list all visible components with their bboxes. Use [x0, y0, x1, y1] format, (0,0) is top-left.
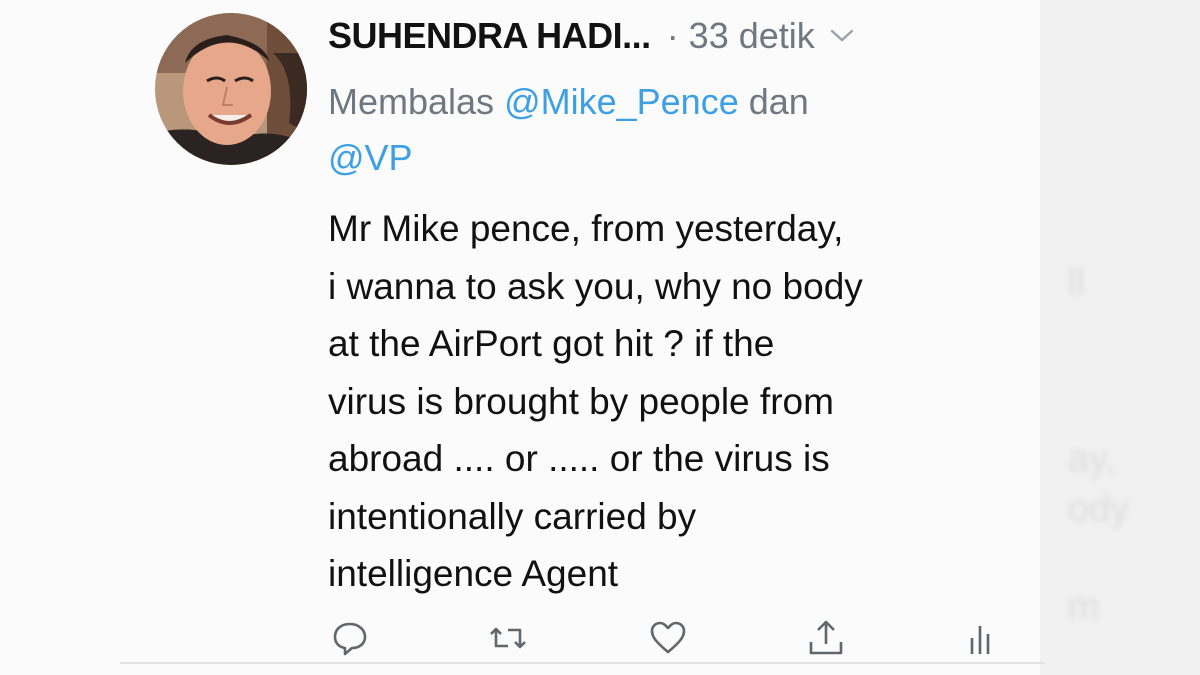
ghost-text-4: m: [1068, 586, 1100, 628]
user-avatar-photo: [155, 13, 307, 165]
retweet-icon[interactable]: [488, 618, 528, 658]
reply-icon[interactable]: [330, 618, 370, 658]
like-icon[interactable]: [648, 618, 688, 658]
reply-context: Membalas @Mike_Pence dan @VP: [328, 74, 968, 186]
ghost-text-1: ll: [1068, 262, 1085, 304]
tweet-actions: [0, 610, 1040, 660]
background-tweet-fragment: ll ay, ody m: [1030, 0, 1200, 675]
avatar[interactable]: [155, 13, 307, 165]
tweet-card[interactable]: SUHENDRA HADI... · 33 detik Membalas @Mi…: [0, 0, 1045, 675]
share-icon[interactable]: [806, 618, 846, 658]
author-name[interactable]: SUHENDRA HADI...: [328, 15, 651, 57]
analytics-icon[interactable]: [962, 618, 1002, 658]
ghost-text-2: ay,: [1068, 438, 1116, 480]
tweet-text: Mr Mike pence, from yesterday, i wanna t…: [328, 208, 863, 594]
divider: [120, 662, 1045, 664]
tweet-timestamp[interactable]: · 33 detik: [667, 15, 815, 57]
chevron-down-icon[interactable]: [829, 28, 855, 49]
ghost-text-3: ody: [1068, 488, 1130, 530]
mention-link[interactable]: @Mike_Pence: [504, 81, 739, 122]
mention-link[interactable]: @VP: [328, 137, 413, 178]
reply-conjunction: dan: [748, 81, 809, 122]
tweet-header: SUHENDRA HADI... · 33 detik: [328, 14, 855, 58]
reply-prefix: Membalas: [328, 81, 495, 122]
